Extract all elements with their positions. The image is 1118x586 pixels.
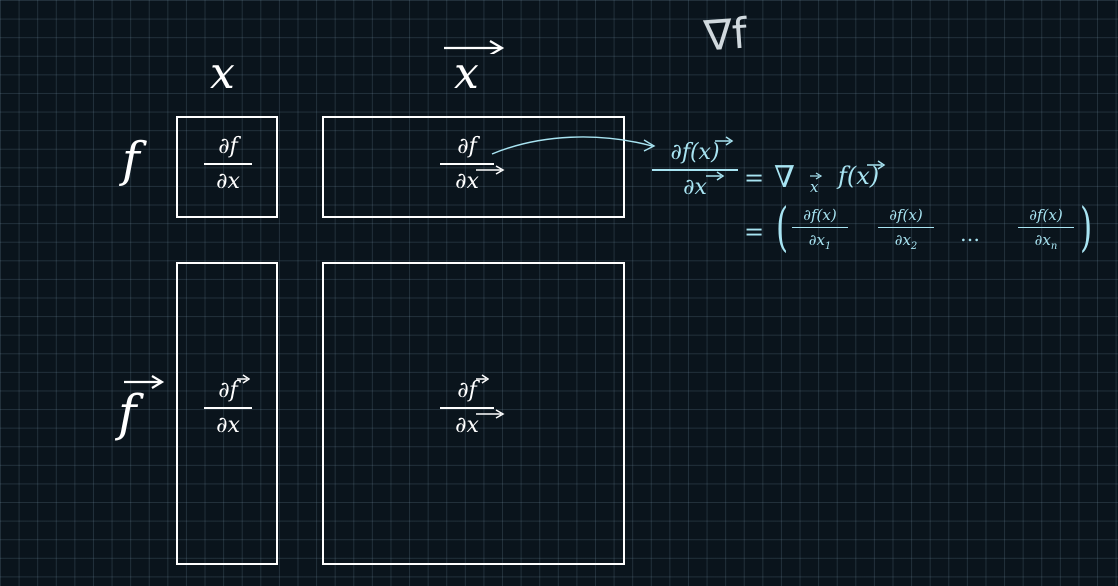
column-header-x: x — [210, 48, 235, 99]
partial-term-n: ∂f(x) ∂xn — [1018, 206, 1074, 252]
vector-arrow-icon — [476, 374, 490, 384]
ellipsis: … — [960, 222, 980, 246]
partial-term-2: ∂f(x) ∂x2 — [878, 206, 934, 252]
gradient-lhs: ∂f(x) ∂x — [652, 136, 738, 200]
connector-arrow-icon — [491, 136, 656, 155]
handwritten-nabla-f: ∇f — [702, 8, 749, 61]
row-header-f: f — [122, 132, 140, 188]
right-paren: ) — [1080, 198, 1093, 258]
left-paren: ( — [776, 198, 789, 258]
derivative-vec-f-vec-x: ∂f ∂x — [440, 374, 505, 438]
row-header-vec-f: f — [112, 372, 165, 456]
partial-term-1: ∂f(x) ∂x1 — [792, 206, 848, 252]
equals-sign: = — [744, 164, 765, 192]
nabla-subscript: x — [810, 178, 819, 196]
vector-arrow-icon — [237, 374, 251, 384]
column-header-vec-x: x — [440, 38, 506, 100]
vector-arrow-icon — [476, 408, 505, 419]
vector-arrow-icon — [867, 160, 886, 170]
vector-arrow-icon — [715, 136, 734, 146]
derivative-vec-f-x: ∂f ∂x — [204, 374, 252, 438]
nabla-symbol: ∇ — [774, 160, 795, 195]
equals-sign-2: = — [744, 218, 765, 246]
vector-arrow-icon — [810, 172, 823, 180]
derivative-f-x: ∂f ∂x — [204, 134, 252, 194]
vector-arrow-icon — [706, 170, 725, 181]
